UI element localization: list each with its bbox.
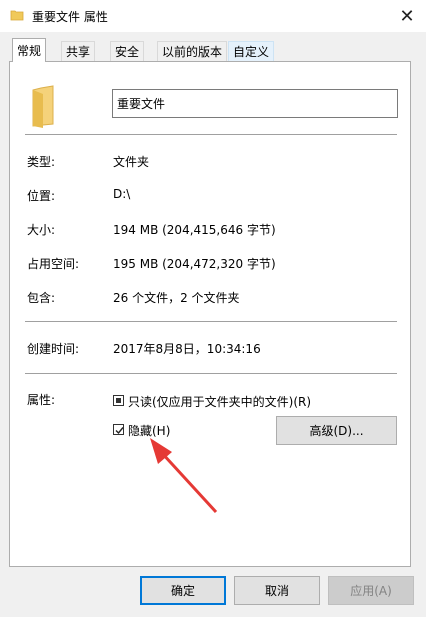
tab-previous-versions[interactable]: 以前的版本: [157, 41, 228, 61]
contains-value: 26 个文件，2 个文件夹: [113, 291, 240, 305]
folder-icon: [32, 85, 54, 128]
hidden-checkbox[interactable]: [113, 424, 124, 435]
created-value: 2017年8月8日，10:34:16: [113, 342, 261, 356]
size-on-disk-value: 195 MB (204,472,320 字节): [113, 257, 276, 271]
size-value: 194 MB (204,415,646 字节): [113, 223, 276, 237]
created-label: 创建时间:: [27, 342, 80, 356]
tab-general[interactable]: 常规: [12, 38, 47, 62]
type-label: 类型:: [27, 155, 56, 169]
cancel-button[interactable]: 取消: [234, 576, 320, 605]
readonly-checkbox-label[interactable]: 只读(仅应用于文件夹中的文件)(R): [128, 393, 311, 410]
tab-customize[interactable]: 自定义: [228, 41, 275, 61]
location-value: D:\: [113, 187, 131, 201]
contains-label: 包含:: [27, 291, 56, 305]
separator: [25, 134, 397, 135]
size-on-disk-label: 占用空间:: [27, 257, 80, 271]
attributes-label: 属性:: [27, 393, 56, 407]
hidden-checkbox-label[interactable]: 隐藏(H): [128, 422, 170, 439]
general-panel: [9, 61, 411, 567]
separator: [25, 321, 397, 322]
type-value: 文件夹: [113, 155, 150, 169]
window-title: 重要文件 属性: [32, 10, 108, 24]
readonly-checkbox[interactable]: [113, 395, 124, 406]
apply-button[interactable]: 应用(A): [328, 576, 414, 605]
separator: [25, 373, 397, 374]
advanced-button[interactable]: 高级(D)...: [276, 416, 397, 445]
checkmark-icon: [115, 427, 124, 435]
close-icon: ✕: [399, 5, 415, 27]
size-label: 大小:: [27, 223, 56, 237]
ok-button[interactable]: 确定: [140, 576, 226, 605]
location-label: 位置:: [27, 189, 56, 203]
folder-icon: [10, 10, 24, 21]
tab-security[interactable]: 安全: [110, 41, 145, 61]
folder-name-input[interactable]: [112, 89, 398, 118]
close-button[interactable]: ✕: [392, 4, 422, 28]
tab-sharing[interactable]: 共享: [61, 41, 96, 61]
